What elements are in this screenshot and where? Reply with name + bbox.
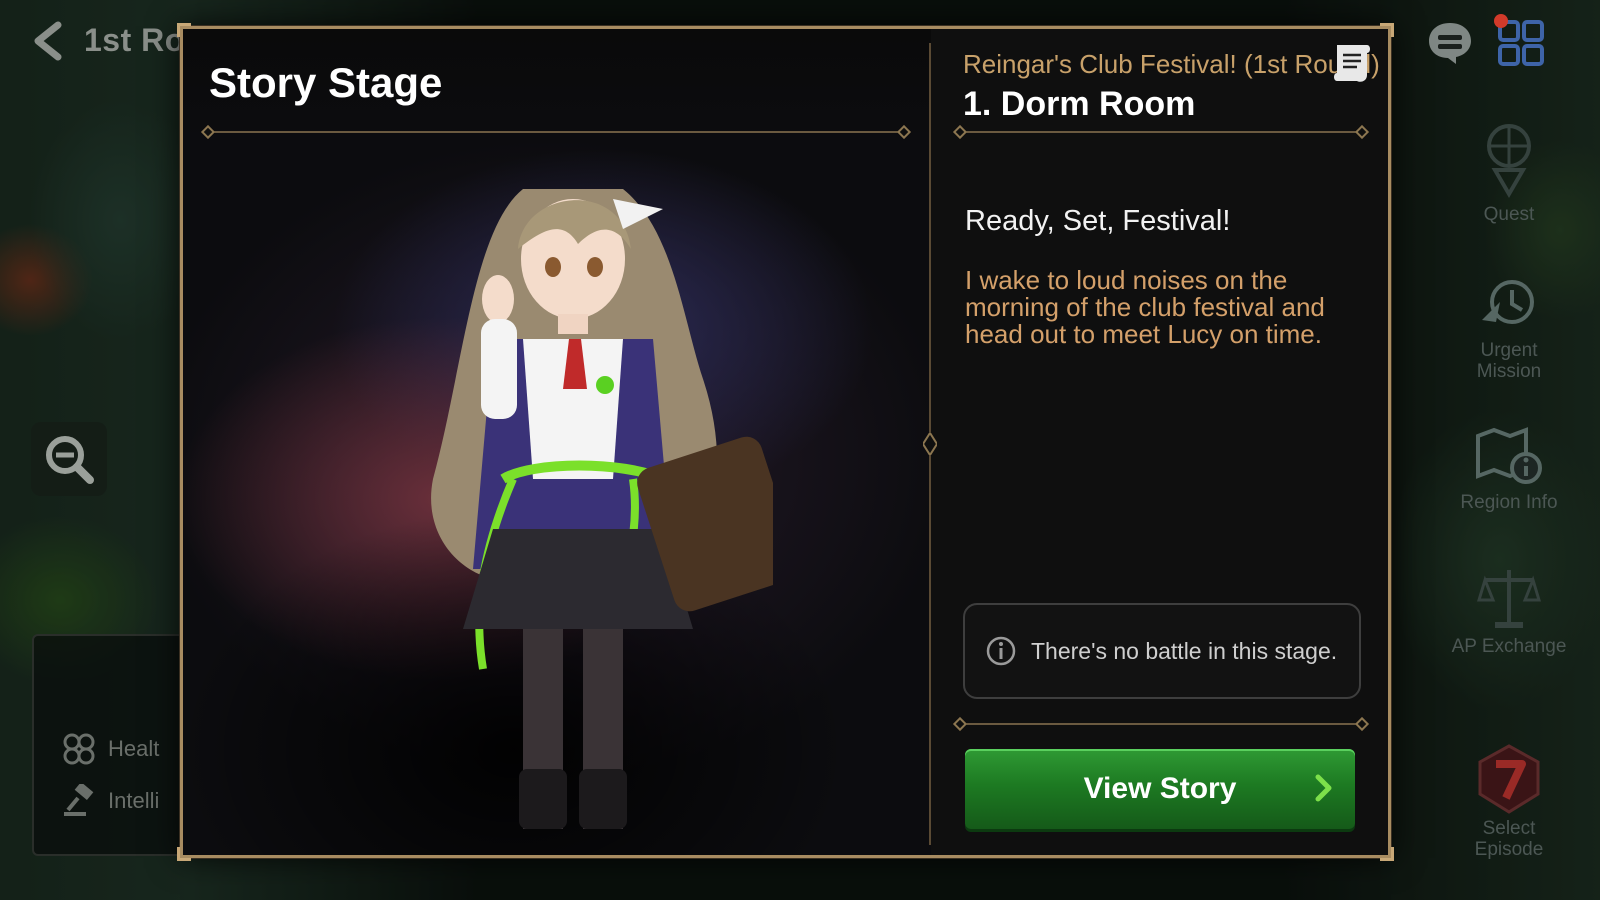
story-description: I wake to loud noises on the morning of … [965, 265, 1325, 349]
footer-divider [959, 723, 1363, 725]
stat-row-intelligence: Intelli [62, 784, 159, 818]
grid-menu-icon [1498, 20, 1544, 66]
story-heading: Ready, Set, Festival! [965, 205, 1231, 237]
zoom-out-icon [46, 436, 94, 484]
stats-panel: Healt Intelli [32, 634, 202, 856]
stage-name: 1. Dorm Room [963, 85, 1196, 123]
main-menu-button[interactable] [1498, 20, 1544, 66]
chat-button[interactable] [1426, 20, 1474, 66]
frame-corner [1380, 847, 1394, 861]
notice-text: There's no battle in this stage. [1031, 637, 1338, 664]
sidebar-item-label: Urgent Mission [1476, 340, 1542, 382]
title-divider [207, 131, 905, 133]
modal-title: Story Stage [209, 59, 443, 106]
character-illustration [431, 189, 773, 829]
back-arrow-icon [34, 21, 62, 61]
view-story-label: View Story [1083, 772, 1237, 805]
urgent-mission-icon [1482, 280, 1534, 324]
frame-corner [1380, 23, 1394, 37]
sidebar-item-label: Region Info [1460, 492, 1558, 513]
stat-label: Intelli [108, 788, 160, 813]
event-name: Reingar's Club Festival! (1st Round) [963, 49, 1380, 79]
region-title: 1st Ro [84, 22, 185, 58]
chevron-right-icon [1315, 774, 1332, 802]
notification-dot [1494, 14, 1508, 28]
sidebar-item-select-episode[interactable]: Select Episode [1450, 744, 1568, 860]
region-info-icon [1476, 427, 1542, 484]
story-stage-modal: Story Stage Reingar's Club Festival! (1s… [177, 23, 1394, 861]
sidebar-item-label: Quest [1483, 204, 1535, 225]
sidebar-item-label: Select Episode [1474, 818, 1544, 860]
no-battle-notice: There's no battle in this stage. [963, 603, 1361, 699]
stat-row-health: Healt [62, 732, 159, 766]
scales-icon [1477, 570, 1541, 628]
gavel-icon [64, 784, 94, 816]
quest-icon [1487, 124, 1531, 198]
zoom-out-button[interactable] [31, 422, 107, 496]
stat-label: Healt [108, 736, 160, 761]
header-divider [959, 131, 1363, 133]
episode-seven-icon [1478, 744, 1540, 814]
info-icon [986, 636, 1016, 666]
chat-icon [1429, 23, 1471, 64]
sidebar-item-quest[interactable]: Quest [1450, 120, 1568, 225]
sidebar-item-ap-exchange[interactable]: AP Exchange [1450, 566, 1568, 657]
back-button[interactable] [24, 18, 70, 64]
character-panel: Story Stage [183, 29, 931, 855]
sidebar-item-label: AP Exchange [1451, 636, 1567, 657]
clover-icon [63, 733, 95, 765]
sidebar-item-urgent-mission[interactable]: Urgent Mission [1450, 276, 1568, 382]
divider-ornament [923, 433, 937, 455]
story-log-scroll-icon[interactable] [1329, 41, 1375, 85]
view-story-button[interactable]: View Story [965, 749, 1355, 829]
sidebar-item-region-info[interactable]: Region Info [1450, 426, 1568, 513]
